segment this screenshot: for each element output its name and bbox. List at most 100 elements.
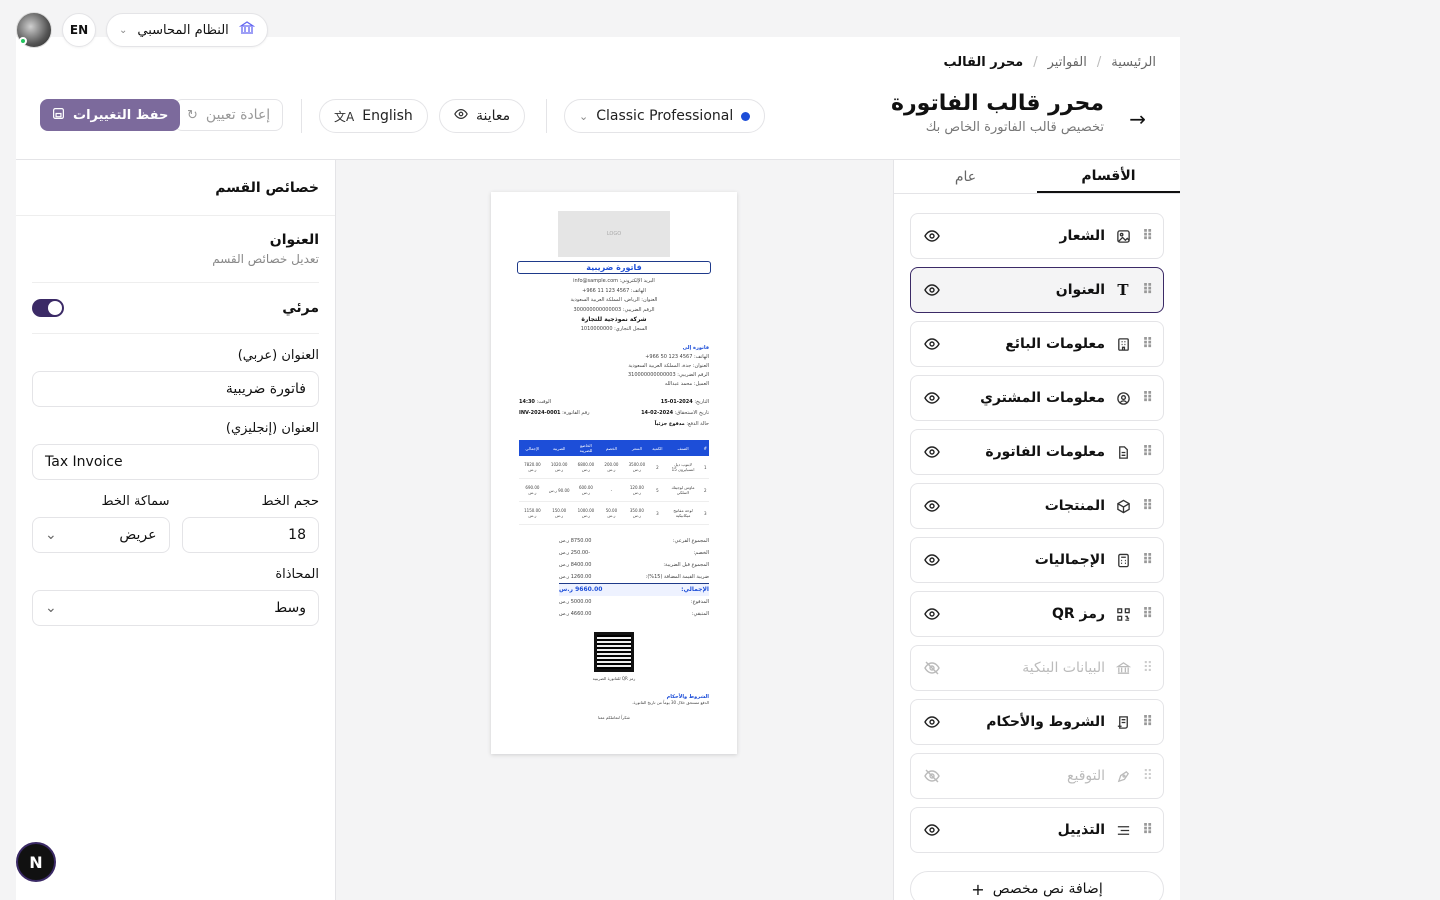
reset-label: إعادة تعيين	[205, 107, 271, 123]
reset-button[interactable]: إعادة تعيين ↻	[174, 99, 284, 131]
eye-icon[interactable]	[923, 498, 941, 514]
section-item-totals[interactable]: ⠿ الإجماليات	[910, 537, 1164, 583]
eye-icon[interactable]	[923, 552, 941, 568]
package-icon	[1115, 499, 1131, 514]
chevron-down-icon: ⌄	[45, 600, 57, 616]
eye-off-icon[interactable]	[923, 768, 941, 784]
drag-handle-icon[interactable]: ⠿	[1141, 606, 1153, 622]
save-label: حفظ التغييرات	[73, 107, 169, 123]
qr-code-icon	[1115, 607, 1131, 622]
save-button[interactable]: حفظ التغييرات	[40, 99, 181, 131]
section-properties-panel: خصائص القسم العنوان تعديل خصائص القسم مر…	[16, 160, 336, 900]
section-item-buyer[interactable]: ⠿ معلومات المشتري	[910, 375, 1164, 421]
template-color-dot	[741, 111, 751, 121]
drag-handle-icon[interactable]: ⠿	[1141, 498, 1153, 514]
building-icon	[1115, 337, 1131, 352]
font-weight-select[interactable]: عريض ⌄	[32, 517, 170, 553]
preview-totals: المجموع الفرعي: 8750.00 ر.س الخصم: -250.00…	[559, 538, 709, 617]
preview-buyer-line: الرقم الضريبي: 310000000000003	[627, 372, 709, 378]
tab-sections[interactable]: الأقسام	[1037, 160, 1180, 193]
chevron-down-icon: ⌄	[45, 527, 57, 543]
table-row: 3 لوحة مفاتيح ميكانيكية 3 350.00 ر.س 50.00 ر…	[519, 501, 709, 525]
preview-qr-code	[594, 632, 634, 672]
preview-terms-text: الدفع مستحق خلال 30 يوماً من تاريخ الفات…	[632, 699, 709, 705]
section-item-title[interactable]: ⠿ T العنوان	[910, 267, 1164, 313]
add-custom-text-button[interactable]: إضافة نص مخصص +	[910, 871, 1164, 900]
section-item-qr[interactable]: ⠿ رمز QR	[910, 591, 1164, 637]
breadcrumb-home[interactable]: الرئيسية	[1111, 55, 1156, 70]
preview-title: فاتورة ضريبية	[517, 261, 711, 274]
preview-buyer-line: العميل: محمد عبدالله	[664, 381, 709, 387]
breadcrumb-invoices[interactable]: الفواتير	[1048, 55, 1087, 70]
section-item-footer[interactable]: ⠿ التذييل	[910, 807, 1164, 853]
eye-icon[interactable]	[923, 822, 941, 838]
calculator-icon	[1115, 553, 1131, 568]
section-item-logo[interactable]: ⠿ الشعار	[910, 213, 1164, 259]
section-item-terms[interactable]: ⠿ الشروط والأحكام	[910, 699, 1164, 745]
drag-handle-icon[interactable]: ⠿	[1141, 552, 1153, 568]
template-name: Classic Professional	[596, 108, 734, 124]
visible-toggle[interactable]	[32, 299, 64, 317]
eye-icon[interactable]	[923, 444, 941, 460]
eye-icon[interactable]	[923, 282, 941, 298]
properties-panel-title: خصائص القسم	[16, 160, 335, 216]
preview-seller-name: شركة نموذجية للتجارة	[581, 316, 647, 323]
section-item-products[interactable]: ⠿ المنتجات	[910, 483, 1164, 529]
table-row: 1 لابتوب ديل انسبايرون 15 2 3500.00 ر.س 200.…	[519, 456, 709, 479]
title-ar-input[interactable]: فاتورة ضريبية	[32, 371, 319, 407]
language-label: English	[362, 108, 413, 124]
eye-icon[interactable]	[923, 228, 941, 244]
language-toggle-button[interactable]: English 文A	[319, 99, 428, 133]
preview-buyer-line: الهاتف: 4567 123 50 966+	[645, 354, 709, 360]
system-selector[interactable]: النظام المحاسبي ⌄	[106, 13, 268, 47]
breadcrumb-current: محرر القالب	[943, 55, 1024, 70]
preview-footer-text: شكراً لتعاملكم معنا	[598, 714, 630, 720]
template-selector[interactable]: Classic Professional ⌄	[564, 99, 766, 133]
drag-handle-icon[interactable]: ⠿	[1141, 390, 1153, 406]
pen-icon	[1115, 769, 1131, 784]
section-item-bank[interactable]: ⠿ البيانات البنكية	[910, 645, 1164, 691]
back-arrow-icon[interactable]: →	[1129, 107, 1146, 131]
section-item-seller[interactable]: ⠿ معلومات البائع	[910, 321, 1164, 367]
tab-general[interactable]: عام	[894, 160, 1037, 193]
font-weight-label: سماكة الخط	[101, 494, 170, 509]
eye-icon[interactable]	[923, 714, 941, 730]
eye-icon[interactable]	[923, 390, 941, 406]
eye-icon[interactable]	[923, 336, 941, 352]
section-item-signature[interactable]: ⠿ التوقيع	[910, 753, 1164, 799]
avatar[interactable]	[16, 12, 52, 48]
language-switch-button[interactable]: EN	[62, 13, 96, 47]
page-header: محرر قالب الفاتورة تخصيص قالب الفاتورة ا…	[891, 91, 1104, 135]
font-size-input[interactable]: 18	[181, 517, 319, 553]
align-select[interactable]: وسط ⌄	[32, 590, 319, 626]
title-ar-label: العنوان (عربي)	[237, 348, 319, 363]
plus-icon: +	[971, 879, 985, 899]
preview-button[interactable]: معاينة	[439, 99, 526, 133]
selected-section-subtitle: تعديل خصائص القسم	[212, 252, 319, 266]
preview-label: معاينة	[476, 108, 511, 124]
title-en-input[interactable]: Tax Invoice	[32, 444, 319, 480]
eye-icon	[454, 107, 468, 125]
drag-handle-icon[interactable]: ⠿	[1141, 768, 1153, 784]
drag-handle-icon[interactable]: ⠿	[1141, 228, 1153, 244]
editor-window: الرئيسية / الفواتير / محرر القالب → محرر…	[16, 37, 1180, 900]
eye-off-icon[interactable]	[923, 660, 941, 676]
drag-handle-icon[interactable]: ⠿	[1141, 714, 1153, 730]
drag-handle-icon[interactable]: ⠿	[1141, 336, 1153, 352]
eye-icon[interactable]	[923, 606, 941, 622]
drag-handle-icon[interactable]: ⠿	[1141, 282, 1153, 298]
dev-badge[interactable]: N	[16, 842, 56, 882]
text-icon: T	[1117, 281, 1129, 299]
breadcrumb: الرئيسية / الفواتير / محرر القالب	[943, 55, 1157, 70]
drag-handle-icon[interactable]: ⠿	[1141, 660, 1153, 676]
bank-icon	[238, 20, 255, 40]
invoice-preview[interactable]: LOGO فاتورة ضريبية البريد الإلكتروني: in…	[491, 192, 737, 754]
align-label: المحاذاة	[275, 567, 319, 582]
drag-handle-icon[interactable]: ⠿	[1141, 822, 1153, 838]
section-item-invoice-info[interactable]: ⠿ معلومات الفاتورة	[910, 429, 1164, 475]
visible-label: مرئي	[282, 300, 319, 316]
drag-handle-icon[interactable]: ⠿	[1141, 444, 1153, 460]
page-title: محرر قالب الفاتورة	[891, 91, 1104, 116]
preview-seller-line: البريد الإلكتروني: info@sample.com	[573, 278, 655, 284]
preview-logo: LOGO	[558, 211, 670, 257]
